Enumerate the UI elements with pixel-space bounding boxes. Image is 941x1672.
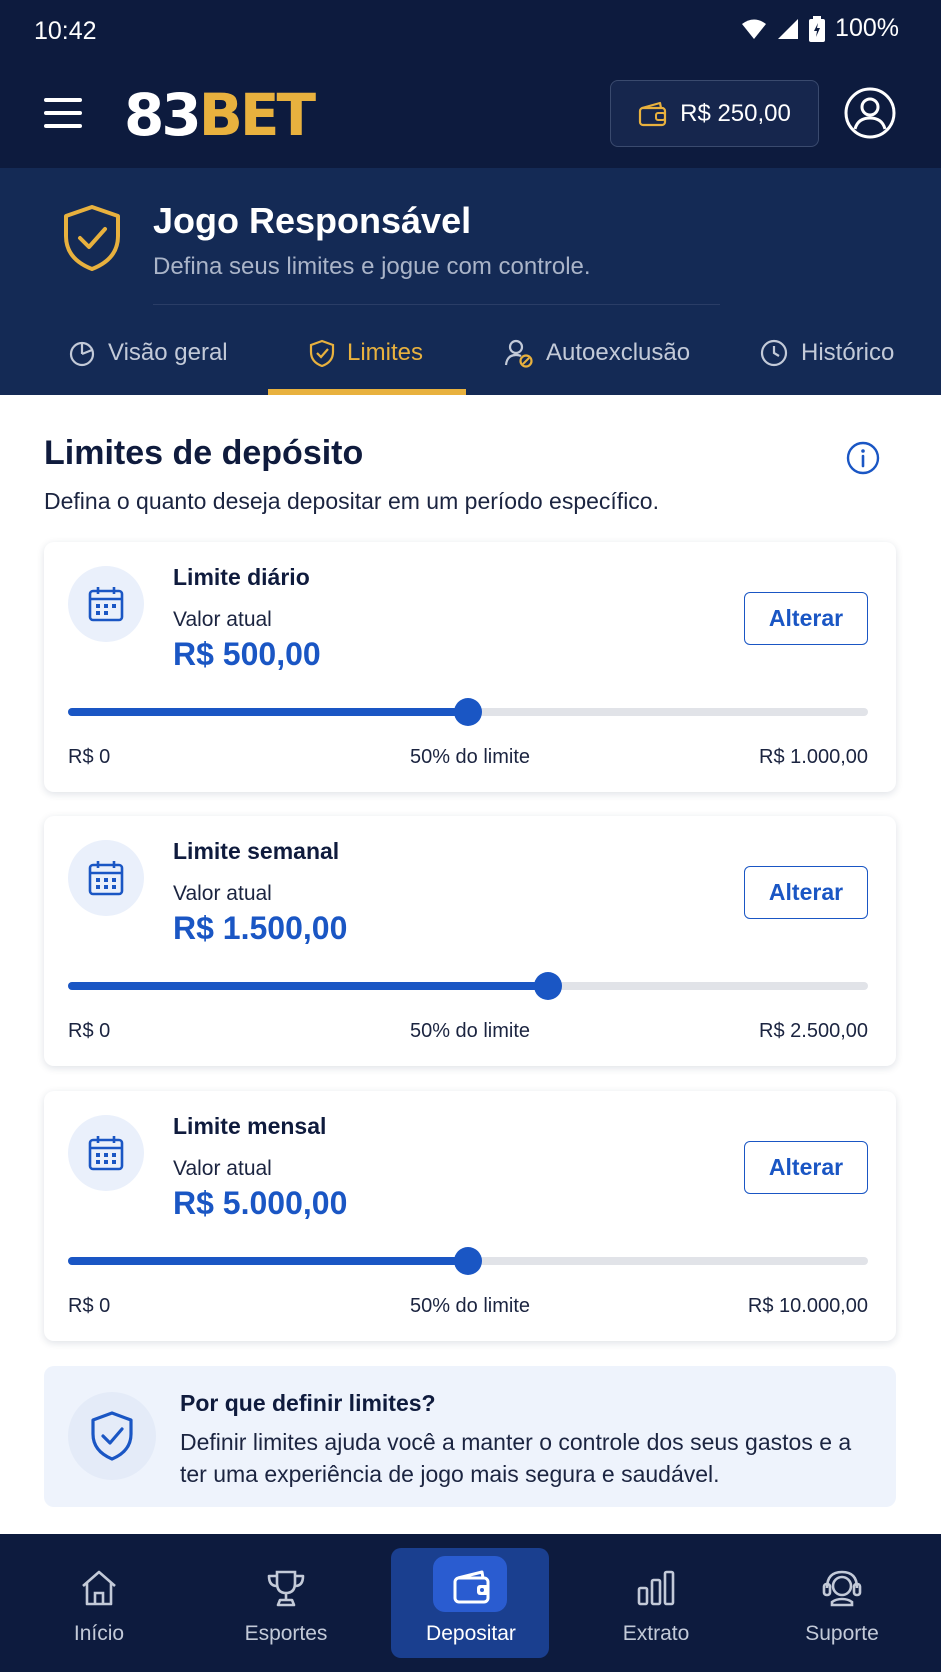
- user-lock-icon: [504, 339, 533, 368]
- nav-esportes[interactable]: Esportes: [206, 1534, 366, 1672]
- app-header: 10:42 100% 83BET R$ 250,00: [0, 0, 941, 168]
- limit-slider-thumb[interactable]: [454, 698, 482, 726]
- status-time: 10:42: [34, 17, 97, 45]
- info-box-text: Definir limites ajuda você a manter o co…: [180, 1429, 852, 1487]
- limit-title: Limite mensal: [173, 1113, 327, 1139]
- status-icons: 100%: [741, 14, 899, 43]
- battery-percent: 100%: [835, 14, 899, 42]
- brand-logo[interactable]: 83BET: [124, 81, 316, 149]
- page-subtitle: Defina seus limites e jogue com controle…: [153, 253, 591, 280]
- alter-daily-limit-button[interactable]: Alterar: [744, 592, 868, 645]
- nav-suporte[interactable]: Suporte: [762, 1534, 922, 1672]
- why-limits-info-box: Por que definir limites? Definir limites…: [44, 1366, 896, 1507]
- limit-title: Limite semanal: [173, 838, 340, 864]
- nav-label: Extrato: [622, 1622, 690, 1645]
- limit-slider[interactable]: [68, 1247, 868, 1275]
- limit-title: Limite diário: [173, 564, 310, 590]
- limit-slider-fill: [68, 982, 548, 990]
- logo-number: 83: [124, 81, 202, 149]
- nav-label: Suporte: [805, 1622, 879, 1645]
- wallet-icon: [453, 1570, 490, 1604]
- limit-value: R$ 500,00: [173, 636, 321, 672]
- info-box-title: Por que definir limites?: [180, 1390, 436, 1416]
- chart-pie-icon: [69, 341, 95, 366]
- limit-value: R$ 1.500,00: [173, 910, 348, 946]
- limit-max-label: R$ 10.000,00: [747, 1295, 868, 1317]
- limit-slider[interactable]: [68, 972, 868, 1000]
- battery-icon: [809, 15, 826, 42]
- limit-max-label: R$ 1.000,00: [759, 746, 868, 768]
- balance-value: R$ 250,00: [680, 99, 791, 127]
- bar-chart-icon: [637, 1570, 675, 1606]
- tab-label: Histórico: [801, 338, 895, 366]
- trophy-icon: [267, 1570, 305, 1607]
- tab-label: Autoexclusão: [546, 338, 691, 366]
- nav-label: Início: [73, 1622, 125, 1645]
- shield-check-icon: [64, 205, 120, 271]
- status-bar: 10:42 100%: [0, 0, 941, 62]
- section-subtitle: Defina o quanto deseja depositar em um p…: [44, 488, 659, 514]
- nav-label: Depositar: [426, 1622, 516, 1645]
- logo-brand: BET: [198, 81, 316, 149]
- nav-depositar[interactable]: Depositar: [391, 1534, 551, 1672]
- tab-historico[interactable]: Histórico: [759, 310, 894, 395]
- tab-autoexclusao[interactable]: Autoexclusão: [504, 310, 690, 395]
- limit-value: R$ 5.000,00: [173, 1185, 348, 1221]
- info-icon[interactable]: [846, 441, 880, 475]
- limit-slider-thumb[interactable]: [534, 972, 562, 1000]
- section-title: Limites de depósito: [44, 434, 364, 472]
- limit-card-weekly: Limite semanal Valor atual R$ 1.500,00 A…: [44, 816, 896, 1066]
- limit-value-label: Valor atual: [173, 608, 272, 631]
- signal-icon: [778, 18, 799, 39]
- balance-button[interactable]: R$ 250,00: [610, 80, 819, 147]
- page-title: Jogo Responsável: [153, 200, 472, 241]
- limit-value-label: Valor atual: [173, 882, 272, 905]
- hero-divider: [153, 304, 720, 305]
- nav-inicio[interactable]: Início: [19, 1534, 179, 1672]
- alter-weekly-limit-button[interactable]: Alterar: [744, 866, 868, 919]
- shield-check-icon: [309, 339, 335, 367]
- active-tab-indicator: [268, 389, 466, 395]
- wifi-icon: [742, 19, 767, 39]
- headset-icon: [822, 1570, 862, 1607]
- shield-check-icon: [68, 1392, 156, 1480]
- bottom-navigation: Início Esportes Depositar Extrato Suport…: [0, 1534, 941, 1672]
- tab-limites[interactable]: Limites: [309, 310, 423, 395]
- tab-bar: Visão geral Limites Autoexclusão Históri…: [0, 310, 941, 395]
- nav-label: Esportes: [244, 1622, 328, 1645]
- limit-value-label: Valor atual: [173, 1157, 272, 1180]
- wallet-icon: [639, 101, 667, 126]
- tab-visao-geral[interactable]: Visão geral: [68, 310, 228, 395]
- limit-slider[interactable]: [68, 698, 868, 726]
- limit-slider-fill: [68, 708, 468, 716]
- limit-card-monthly: Limite mensal Valor atual R$ 5.000,00 Al…: [44, 1091, 896, 1341]
- calendar-icon: [68, 840, 144, 916]
- nav-extrato[interactable]: Extrato: [576, 1534, 736, 1672]
- user-avatar-icon[interactable]: [844, 87, 896, 139]
- responsible-gaming-hero: Jogo Responsável Defina seus limites e j…: [0, 168, 941, 395]
- calendar-icon: [68, 1115, 144, 1191]
- home-icon: [82, 1570, 116, 1606]
- limit-max-label: R$ 2.500,00: [759, 1020, 868, 1042]
- calendar-icon: [68, 566, 144, 642]
- alter-monthly-limit-button[interactable]: Alterar: [744, 1141, 868, 1194]
- limit-slider-fill: [68, 1257, 468, 1265]
- menu-icon[interactable]: [44, 98, 82, 128]
- clock-icon: [760, 339, 788, 366]
- limit-card-daily: Limite diário Valor atual R$ 500,00 Alte…: [44, 542, 896, 792]
- tab-label: Limites: [347, 338, 424, 366]
- tab-label: Visão geral: [108, 338, 228, 366]
- limit-slider-thumb[interactable]: [454, 1247, 482, 1275]
